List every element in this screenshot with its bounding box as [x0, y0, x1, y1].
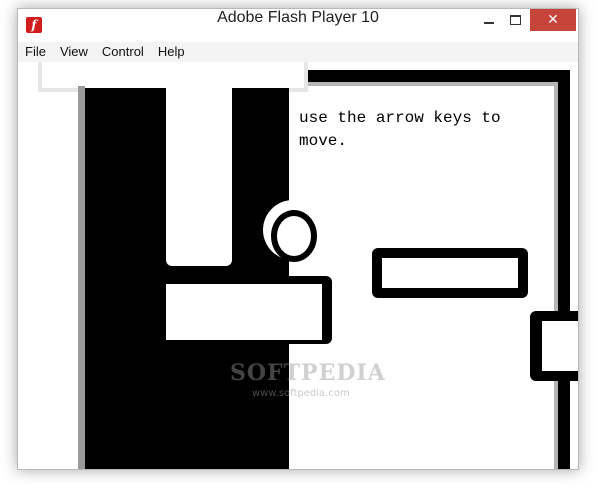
- minimize-button[interactable]: [476, 9, 502, 31]
- platform-center-inner: [382, 258, 518, 288]
- app-window: f Adobe Flash Player 10 ✕ File View Cont…: [17, 8, 579, 470]
- minimize-icon: [484, 22, 494, 24]
- menu-control[interactable]: Control: [95, 42, 151, 62]
- menu-view[interactable]: View: [53, 42, 95, 62]
- menu-file[interactable]: File: [18, 42, 53, 62]
- wall-edge: [78, 86, 85, 469]
- close-button[interactable]: ✕: [530, 9, 576, 31]
- maximize-button[interactable]: [502, 9, 528, 31]
- frame-bevel: [308, 82, 558, 86]
- close-icon: ✕: [547, 12, 559, 28]
- watermark-url: www.softpedia.com: [252, 388, 350, 399]
- block-left-inner: [166, 284, 322, 340]
- menu-help[interactable]: Help: [151, 42, 192, 62]
- maximize-icon: [509, 15, 521, 25]
- block-right-inner: [542, 321, 578, 371]
- frame-right: [558, 72, 570, 469]
- menu-bar: File View Control Help: [18, 42, 578, 62]
- title-bar[interactable]: f Adobe Flash Player 10 ✕: [18, 9, 578, 41]
- frame-top: [308, 70, 570, 82]
- player-ring: [271, 210, 317, 262]
- instructions-text: use the arrow keys to move.: [299, 109, 501, 150]
- watermark-brand: SOFTPEDIA: [230, 360, 386, 386]
- white-pillar: [166, 62, 232, 266]
- game-stage[interactable]: use the arrow keys to move. SOFTPEDIA ww…: [18, 62, 578, 469]
- frame-bevel-side: [554, 82, 558, 469]
